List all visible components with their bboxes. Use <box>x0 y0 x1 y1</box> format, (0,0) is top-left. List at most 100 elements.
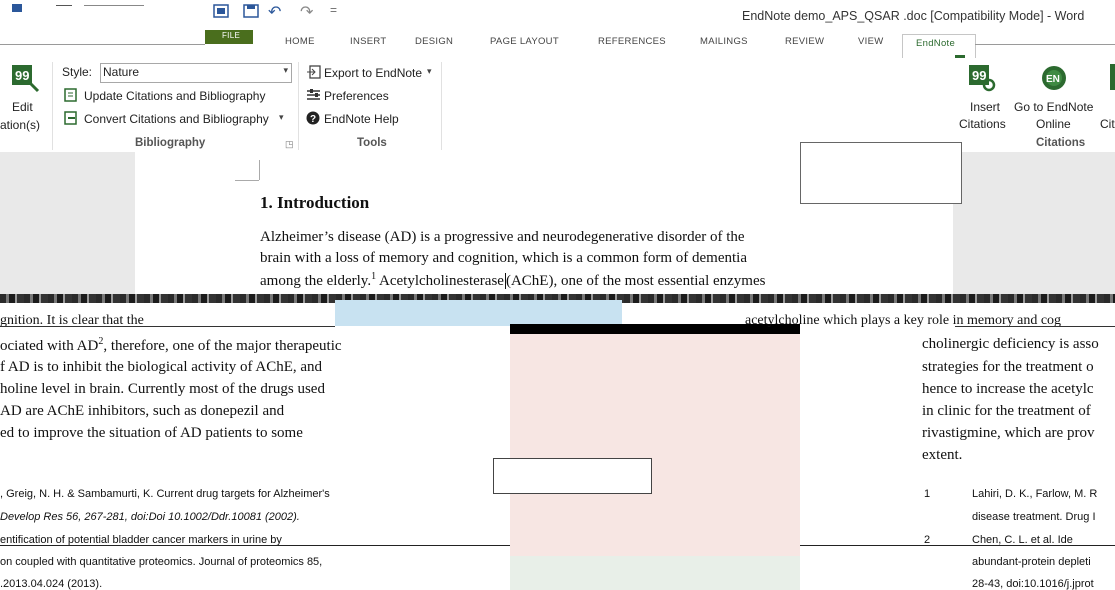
overlay-panel-bottom <box>510 556 800 590</box>
glitch-line <box>420 545 510 546</box>
overlay-box <box>800 142 962 204</box>
group-divider <box>298 62 299 150</box>
tab-view[interactable]: VIEW <box>858 36 883 47</box>
svg-text:?: ? <box>310 114 316 125</box>
chevron-down-icon[interactable]: ▾ <box>283 65 288 76</box>
glitch-line <box>0 44 205 45</box>
reference-line: abundant-protein depleti <box>972 556 1091 568</box>
selection-overlay <box>335 300 622 326</box>
reference-line: 28-43, doi:10.1016/j.jprot <box>972 578 1094 590</box>
margin-marker <box>235 180 259 181</box>
reference-line: Chen, C. L. et al. Ide <box>972 534 1073 546</box>
paragraph-line: brain with a loss of memory and cognitio… <box>260 250 747 266</box>
margin-marker <box>259 160 260 180</box>
glitch-line <box>975 44 1115 45</box>
group-label-tools: Tools <box>357 137 387 149</box>
glitch-line <box>56 5 72 6</box>
group-divider <box>441 62 442 150</box>
chevron-down-icon[interactable]: ▾ <box>427 66 432 77</box>
chevron-down-icon[interactable]: ▾ <box>279 112 284 123</box>
style-select-value: Nature <box>103 65 140 79</box>
dialog-launcher-icon[interactable]: ◳ <box>285 139 294 150</box>
undo-icon[interactable]: ↶ <box>268 2 281 22</box>
insert-citations-label[interactable]: Insert <box>970 100 1000 114</box>
goto-endnote-online-label[interactable]: Go to EndNote <box>1014 100 1093 114</box>
tab-file-label[interactable]: FILE <box>222 31 240 40</box>
paragraph-line: Alzheimer’s disease (AD) is a progressiv… <box>260 229 745 245</box>
glitch-line <box>84 5 144 6</box>
reference-line: , Greig, N. H. & Sambamurti, K. Current … <box>0 488 330 500</box>
glitch-line <box>0 326 335 327</box>
edit-citations-label[interactable]: Edit <box>12 100 33 114</box>
cut-off-label[interactable]: Cit <box>1100 117 1115 131</box>
paragraph-text: ociated with AD <box>0 338 99 354</box>
tab-mailings[interactable]: MAILINGS <box>700 36 748 47</box>
tab-references[interactable]: REFERENCES <box>598 36 666 47</box>
paragraph-text: Acetylcholinesterase <box>376 273 504 289</box>
reference-line: .2013.04.024 (2013). <box>0 578 103 590</box>
section-heading: 1. Introduction <box>260 193 370 212</box>
tab-review[interactable]: REVIEW <box>785 36 824 47</box>
window-title: EndNote demo_APS_QSAR .doc [Compatibilit… <box>742 9 1085 23</box>
group-label-citations: Citations <box>1036 137 1086 149</box>
preferences-button[interactable]: Preferences <box>324 89 389 103</box>
word-app-icon <box>12 4 22 12</box>
edit-citations-label-2[interactable]: ation(s) <box>0 118 40 132</box>
glitch-line <box>955 326 1115 327</box>
paragraph-text: (AChE), one of the most essential enzyme… <box>504 273 766 289</box>
tab-page-layout[interactable]: PAGE LAYOUT <box>490 36 559 47</box>
group-label-bibliography: Bibliography <box>135 137 206 149</box>
cut-off-icon[interactable] <box>1110 64 1115 90</box>
reference-line: on coupled with quantitative proteomics.… <box>0 556 323 568</box>
customize-qat-icon[interactable]: = <box>330 3 337 17</box>
reference-number: 2 <box>924 534 931 546</box>
overlay-box <box>493 458 652 494</box>
insert-citation-icon[interactable]: 99 <box>967 63 997 98</box>
save-icon[interactable] <box>243 4 259 21</box>
paragraph-line: among the elderly.1 Acetylcholinesterase… <box>260 271 766 290</box>
goto-endnote-online-label-2[interactable]: Online <box>1036 117 1071 131</box>
update-citations-button[interactable]: Update Citations and Bibliography <box>84 89 265 103</box>
paragraph-line: hence to increase the acetylc <box>922 381 1094 397</box>
tab-design[interactable]: DESIGN <box>415 36 453 47</box>
paragraph-text: , therefore, one of the major therapeuti… <box>103 338 342 354</box>
reference-line: Lahiri, D. K., Farlow, M. R <box>972 488 1098 500</box>
svg-text:99: 99 <box>972 68 986 83</box>
paragraph-line: ed to improve the situation of AD patien… <box>0 425 303 441</box>
paragraph-line: in clinic for the treatment of <box>922 403 1091 419</box>
export-icon[interactable] <box>306 65 321 79</box>
paragraph-line: ociated with AD2, therefore, one of the … <box>0 336 342 355</box>
insert-citations-label-2[interactable]: Citations <box>959 117 1006 131</box>
reference-line: Develop Res 56, 267-281, doi:Doi 10.1002… <box>0 511 300 523</box>
paragraph-line: cholinergic deficiency is asso <box>922 336 1099 352</box>
export-to-endnote-button[interactable]: Export to EndNote <box>324 66 422 80</box>
style-label: Style: <box>62 65 93 79</box>
tab-insert[interactable]: INSERT <box>350 36 386 47</box>
word-icon[interactable] <box>213 4 229 21</box>
help-icon[interactable]: ? <box>306 111 321 125</box>
svg-text:EN: EN <box>1046 74 1060 85</box>
preferences-icon[interactable] <box>306 88 321 101</box>
paragraph-line: AD are AChE inhibitors, such as donepezi… <box>0 403 285 419</box>
glitch-line <box>0 545 420 546</box>
convert-citations-icon[interactable] <box>64 111 79 125</box>
endnote-online-icon[interactable]: EN <box>1040 64 1068 97</box>
redo-icon[interactable]: ↷ <box>300 2 313 22</box>
reference-number: 1 <box>924 488 931 500</box>
convert-citations-button[interactable]: Convert Citations and Bibliography <box>84 112 269 126</box>
tab-endnote-label[interactable]: EndNote <box>916 38 955 49</box>
overlay-panel <box>510 334 800 556</box>
edit-citation-icon[interactable]: 99 <box>10 63 40 98</box>
paragraph-line: holine level in brain. Currently most of… <box>0 381 325 397</box>
group-divider <box>52 62 53 150</box>
style-select[interactable]: Nature ▾ <box>100 63 292 83</box>
quick-access-toolbar <box>0 0 210 30</box>
update-citations-icon[interactable] <box>64 88 79 102</box>
svg-text:99: 99 <box>15 68 29 83</box>
paragraph-line: rivastigmine, which are prov <box>922 425 1095 441</box>
paragraph-line: f AD is to inhibit the biological activi… <box>0 359 323 375</box>
endnote-help-button[interactable]: EndNote Help <box>324 112 399 126</box>
paragraph-line: extent. <box>922 447 963 463</box>
tab-home[interactable]: HOME <box>285 36 315 47</box>
paragraph-line: strategies for the treatment o <box>922 359 1094 375</box>
